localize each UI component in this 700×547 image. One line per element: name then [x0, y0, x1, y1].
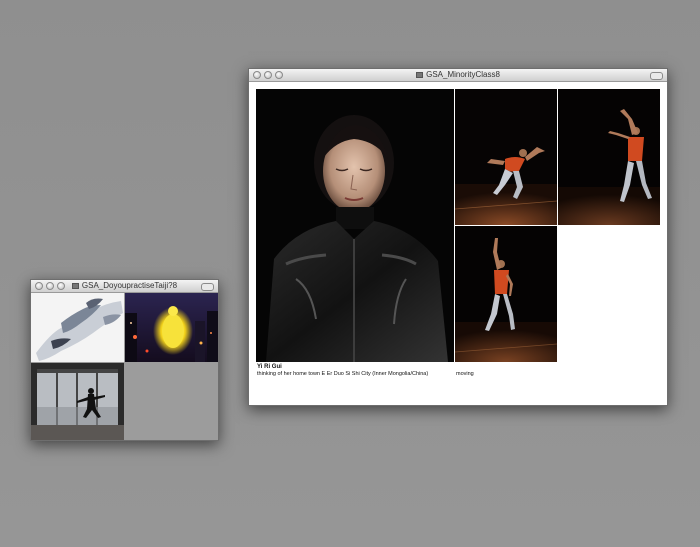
- photo-portrait[interactable]: [256, 89, 454, 362]
- caption-secondary-text: moving: [456, 371, 474, 377]
- photo-thumbnail-glowing-figure[interactable]: [125, 293, 218, 362]
- toolbar-toggle-button[interactable]: [650, 72, 663, 80]
- minimize-button[interactable]: [46, 282, 54, 290]
- portrait-image: [256, 89, 454, 362]
- title-bar[interactable]: GSA_DoyoupractiseTaiji?8: [31, 280, 218, 293]
- close-button[interactable]: [253, 71, 261, 79]
- caption-name: Yi Ri Gui: [257, 364, 282, 370]
- dancer-3-image: [455, 226, 557, 362]
- document-icon: [71, 283, 79, 289]
- photo-thumbnail-brush-figure[interactable]: [31, 293, 124, 362]
- glowing-figure-image: [125, 293, 218, 362]
- window-title: GSA_MinorityClass8: [426, 70, 500, 79]
- dancer-2-image: [558, 89, 660, 225]
- maximize-button[interactable]: [275, 71, 283, 79]
- photo-grid: Yi Ri Gui thinking of her home town E Er…: [249, 82, 667, 405]
- caption-secondary: moving: [456, 371, 474, 378]
- window-minorityclass[interactable]: GSA_MinorityClass8 Yi Ri Gui thinking of…: [248, 68, 668, 406]
- minimize-button[interactable]: [264, 71, 272, 79]
- photo-dancer-1[interactable]: [455, 89, 557, 225]
- document-icon: [416, 72, 424, 78]
- close-button[interactable]: [35, 282, 43, 290]
- toolbar-toggle-button[interactable]: [201, 283, 214, 291]
- window-doyoupractise[interactable]: GSA_DoyoupractiseTaiji?8: [30, 279, 219, 441]
- dancer-1-image: [455, 89, 557, 225]
- silhouette-image: [31, 363, 124, 440]
- photo-dancer-2[interactable]: [558, 89, 660, 225]
- window-title: GSA_DoyoupractiseTaiji?8: [81, 281, 178, 290]
- title-bar[interactable]: GSA_MinorityClass8: [249, 69, 667, 82]
- caption-description: thinking of her home town E Er Duo Si Sh…: [257, 371, 429, 377]
- maximize-button[interactable]: [57, 282, 65, 290]
- thumbnail-grid: [31, 293, 218, 440]
- photo-thumbnail-silhouette[interactable]: [31, 363, 124, 440]
- photo-dancer-3[interactable]: [455, 226, 557, 362]
- brush-figure-image: [31, 293, 124, 362]
